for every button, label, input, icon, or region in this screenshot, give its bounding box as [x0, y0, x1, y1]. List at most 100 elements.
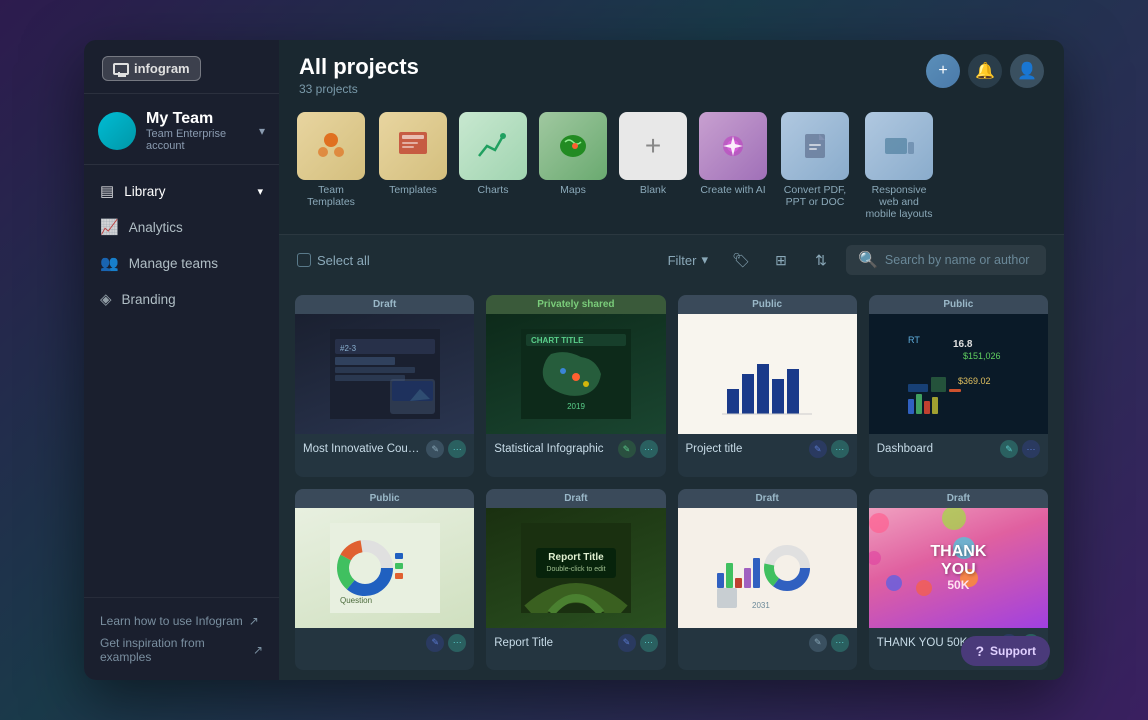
template-item-team[interactable]: Team Templates: [295, 112, 367, 220]
external-link-icon: ↗: [249, 614, 259, 628]
select-all-label: Select all: [317, 253, 370, 268]
inspiration-label: Get inspiration from examples: [100, 636, 247, 664]
template-item-maps[interactable]: Maps: [539, 112, 607, 220]
nav-section: ▤ Library ▾ 📈 Analytics 👥 Manage teams ◈…: [84, 165, 279, 597]
blank-thumb: +: [619, 112, 687, 180]
sidebar-item-branding[interactable]: ◈ Branding: [84, 281, 279, 317]
tag-button[interactable]: 🏷: [726, 245, 756, 275]
sidebar-item-manage-teams[interactable]: 👥 Manage teams: [84, 245, 279, 281]
sidebar-logo: infogram: [84, 40, 279, 94]
template-item-blank[interactable]: + Blank: [619, 112, 687, 220]
card-action-2[interactable]: ⋯: [448, 634, 466, 652]
sidebar-item-label: Analytics: [129, 220, 183, 235]
add-button[interactable]: +: [926, 54, 960, 88]
card-actions: ✎ ⋯: [809, 440, 849, 458]
main-content: All projects 33 projects + 🔔 👤 Team Temp…: [279, 40, 1064, 680]
template-item-charts[interactable]: Charts: [459, 112, 527, 220]
card-action-1[interactable]: ✎: [618, 634, 636, 652]
card-action-2[interactable]: ⋯: [640, 634, 658, 652]
card-footer: Dashboard ✎ ⋯: [869, 434, 1048, 464]
toolbar: Select all Filter ▾ 🏷 ⊞ ⇅ 🔍: [279, 235, 1064, 285]
card-title: THANK YOU 50K: [877, 637, 968, 649]
template-item-responsive[interactable]: Responsive web and mobile layouts: [863, 112, 935, 220]
card-action-1[interactable]: ✎: [809, 440, 827, 458]
sidebar-item-library[interactable]: ▤ Library ▾: [84, 173, 279, 209]
filter-button[interactable]: Filter ▾: [660, 247, 716, 273]
status-badge: Privately shared: [486, 295, 665, 314]
user-button[interactable]: 👤: [1010, 54, 1044, 88]
project-grid: Draft #2-3 Most Innovativ: [279, 285, 1064, 680]
card-action-2[interactable]: ⋯: [640, 440, 658, 458]
sidebar-item-label: Library: [124, 184, 165, 199]
sort-button[interactable]: ⇅: [806, 245, 836, 275]
card-preview: 2031: [678, 508, 857, 628]
search-box: 🔍: [846, 245, 1046, 275]
project-card[interactable]: Draft #2-3 Most Innovativ: [295, 295, 474, 477]
support-button[interactable]: ? Support: [961, 636, 1050, 666]
card-action-share[interactable]: ⋯: [448, 440, 466, 458]
status-badge: Public: [869, 295, 1048, 314]
card-action-1[interactable]: ✎: [618, 440, 636, 458]
chevron-right-icon: ▾: [257, 185, 263, 198]
project-card[interactable]: Public RT 16.8 $151,026 $369.02: [869, 295, 1048, 477]
responsive-label: Responsive web and mobile layouts: [863, 184, 935, 220]
card-action-2[interactable]: ⋯: [831, 634, 849, 652]
card-action-1[interactable]: ✎: [426, 634, 444, 652]
card-action-edit[interactable]: ✎: [426, 440, 444, 458]
logo-badge: infogram: [102, 56, 201, 81]
card-footer: ✎ ⋯: [295, 628, 474, 658]
search-input[interactable]: [885, 253, 1034, 267]
team-templates-thumb: [297, 112, 365, 180]
learn-link[interactable]: Learn how to use Infogram ↗: [100, 610, 263, 632]
card-action-1[interactable]: ✎: [1000, 440, 1018, 458]
blank-label: Blank: [640, 184, 666, 196]
card-footer: Most Innovative Countri... ✎ ⋯: [295, 434, 474, 464]
card-action-2[interactable]: ⋯: [831, 440, 849, 458]
template-strip: Team Templates Templates Charts Maps: [279, 106, 1064, 235]
project-card[interactable]: Public Question: [295, 489, 474, 671]
card-actions: ✎ ⋯: [1000, 440, 1040, 458]
project-card[interactable]: Draft: [678, 489, 857, 671]
grid-button[interactable]: ⊞: [766, 245, 796, 275]
branding-icon: ◈: [100, 290, 112, 308]
template-item-templates[interactable]: Templates: [379, 112, 447, 220]
support-label: Support: [990, 644, 1036, 658]
notifications-button[interactable]: 🔔: [968, 54, 1002, 88]
card-action-2[interactable]: ⋯: [1022, 440, 1040, 458]
library-icon: ▤: [100, 182, 114, 200]
maps-thumb: [539, 112, 607, 180]
project-card[interactable]: Draft Report Title Double-click to edit: [486, 489, 665, 671]
templates-label: Templates: [389, 184, 437, 196]
chevron-down-icon: ▾: [701, 252, 708, 268]
page-title: All projects: [299, 54, 419, 80]
logo-icon: [113, 63, 129, 75]
card-preview: CHART TITLE 2019: [486, 314, 665, 434]
card-actions: ✎ ⋯: [426, 634, 466, 652]
status-badge: Public: [678, 295, 857, 314]
sidebar-footer: Learn how to use Infogram ↗ Get inspirat…: [84, 597, 279, 680]
status-badge: Draft: [678, 489, 857, 508]
team-section[interactable]: My Team Team Enterprise account ▾: [84, 94, 279, 165]
project-card[interactable]: Public Project title ✎: [678, 295, 857, 477]
sidebar-item-analytics[interactable]: 📈 Analytics: [84, 209, 279, 245]
card-title: Most Innovative Countri...: [303, 443, 423, 455]
project-card[interactable]: Privately shared CHART TITLE 2019: [486, 295, 665, 477]
templates-thumb: [379, 112, 447, 180]
select-all-checkbox[interactable]: [297, 253, 311, 267]
template-item-convert[interactable]: Convert PDF, PPT or DOC: [779, 112, 851, 220]
app-window: infogram My Team Team Enterprise account…: [84, 40, 1064, 680]
card-actions: ✎ ⋯: [618, 634, 658, 652]
template-item-create-ai[interactable]: Create with AI: [699, 112, 767, 220]
select-all[interactable]: Select all: [297, 253, 370, 268]
inspiration-link[interactable]: Get inspiration from examples ↗: [100, 632, 263, 668]
manage-teams-icon: 👥: [100, 254, 119, 272]
sidebar: infogram My Team Team Enterprise account…: [84, 40, 279, 680]
card-actions: ✎ ⋯: [618, 440, 658, 458]
card-title: Report Title: [494, 637, 553, 649]
card-action-1[interactable]: ✎: [809, 634, 827, 652]
svg-text:CHART TITLE: CHART TITLE: [531, 336, 584, 345]
main-header: All projects 33 projects + 🔔 👤: [279, 40, 1064, 106]
card-actions: ✎ ⋯: [809, 634, 849, 652]
card-footer: Project title ✎ ⋯: [678, 434, 857, 464]
card-title: Statistical Infographic: [494, 443, 603, 455]
